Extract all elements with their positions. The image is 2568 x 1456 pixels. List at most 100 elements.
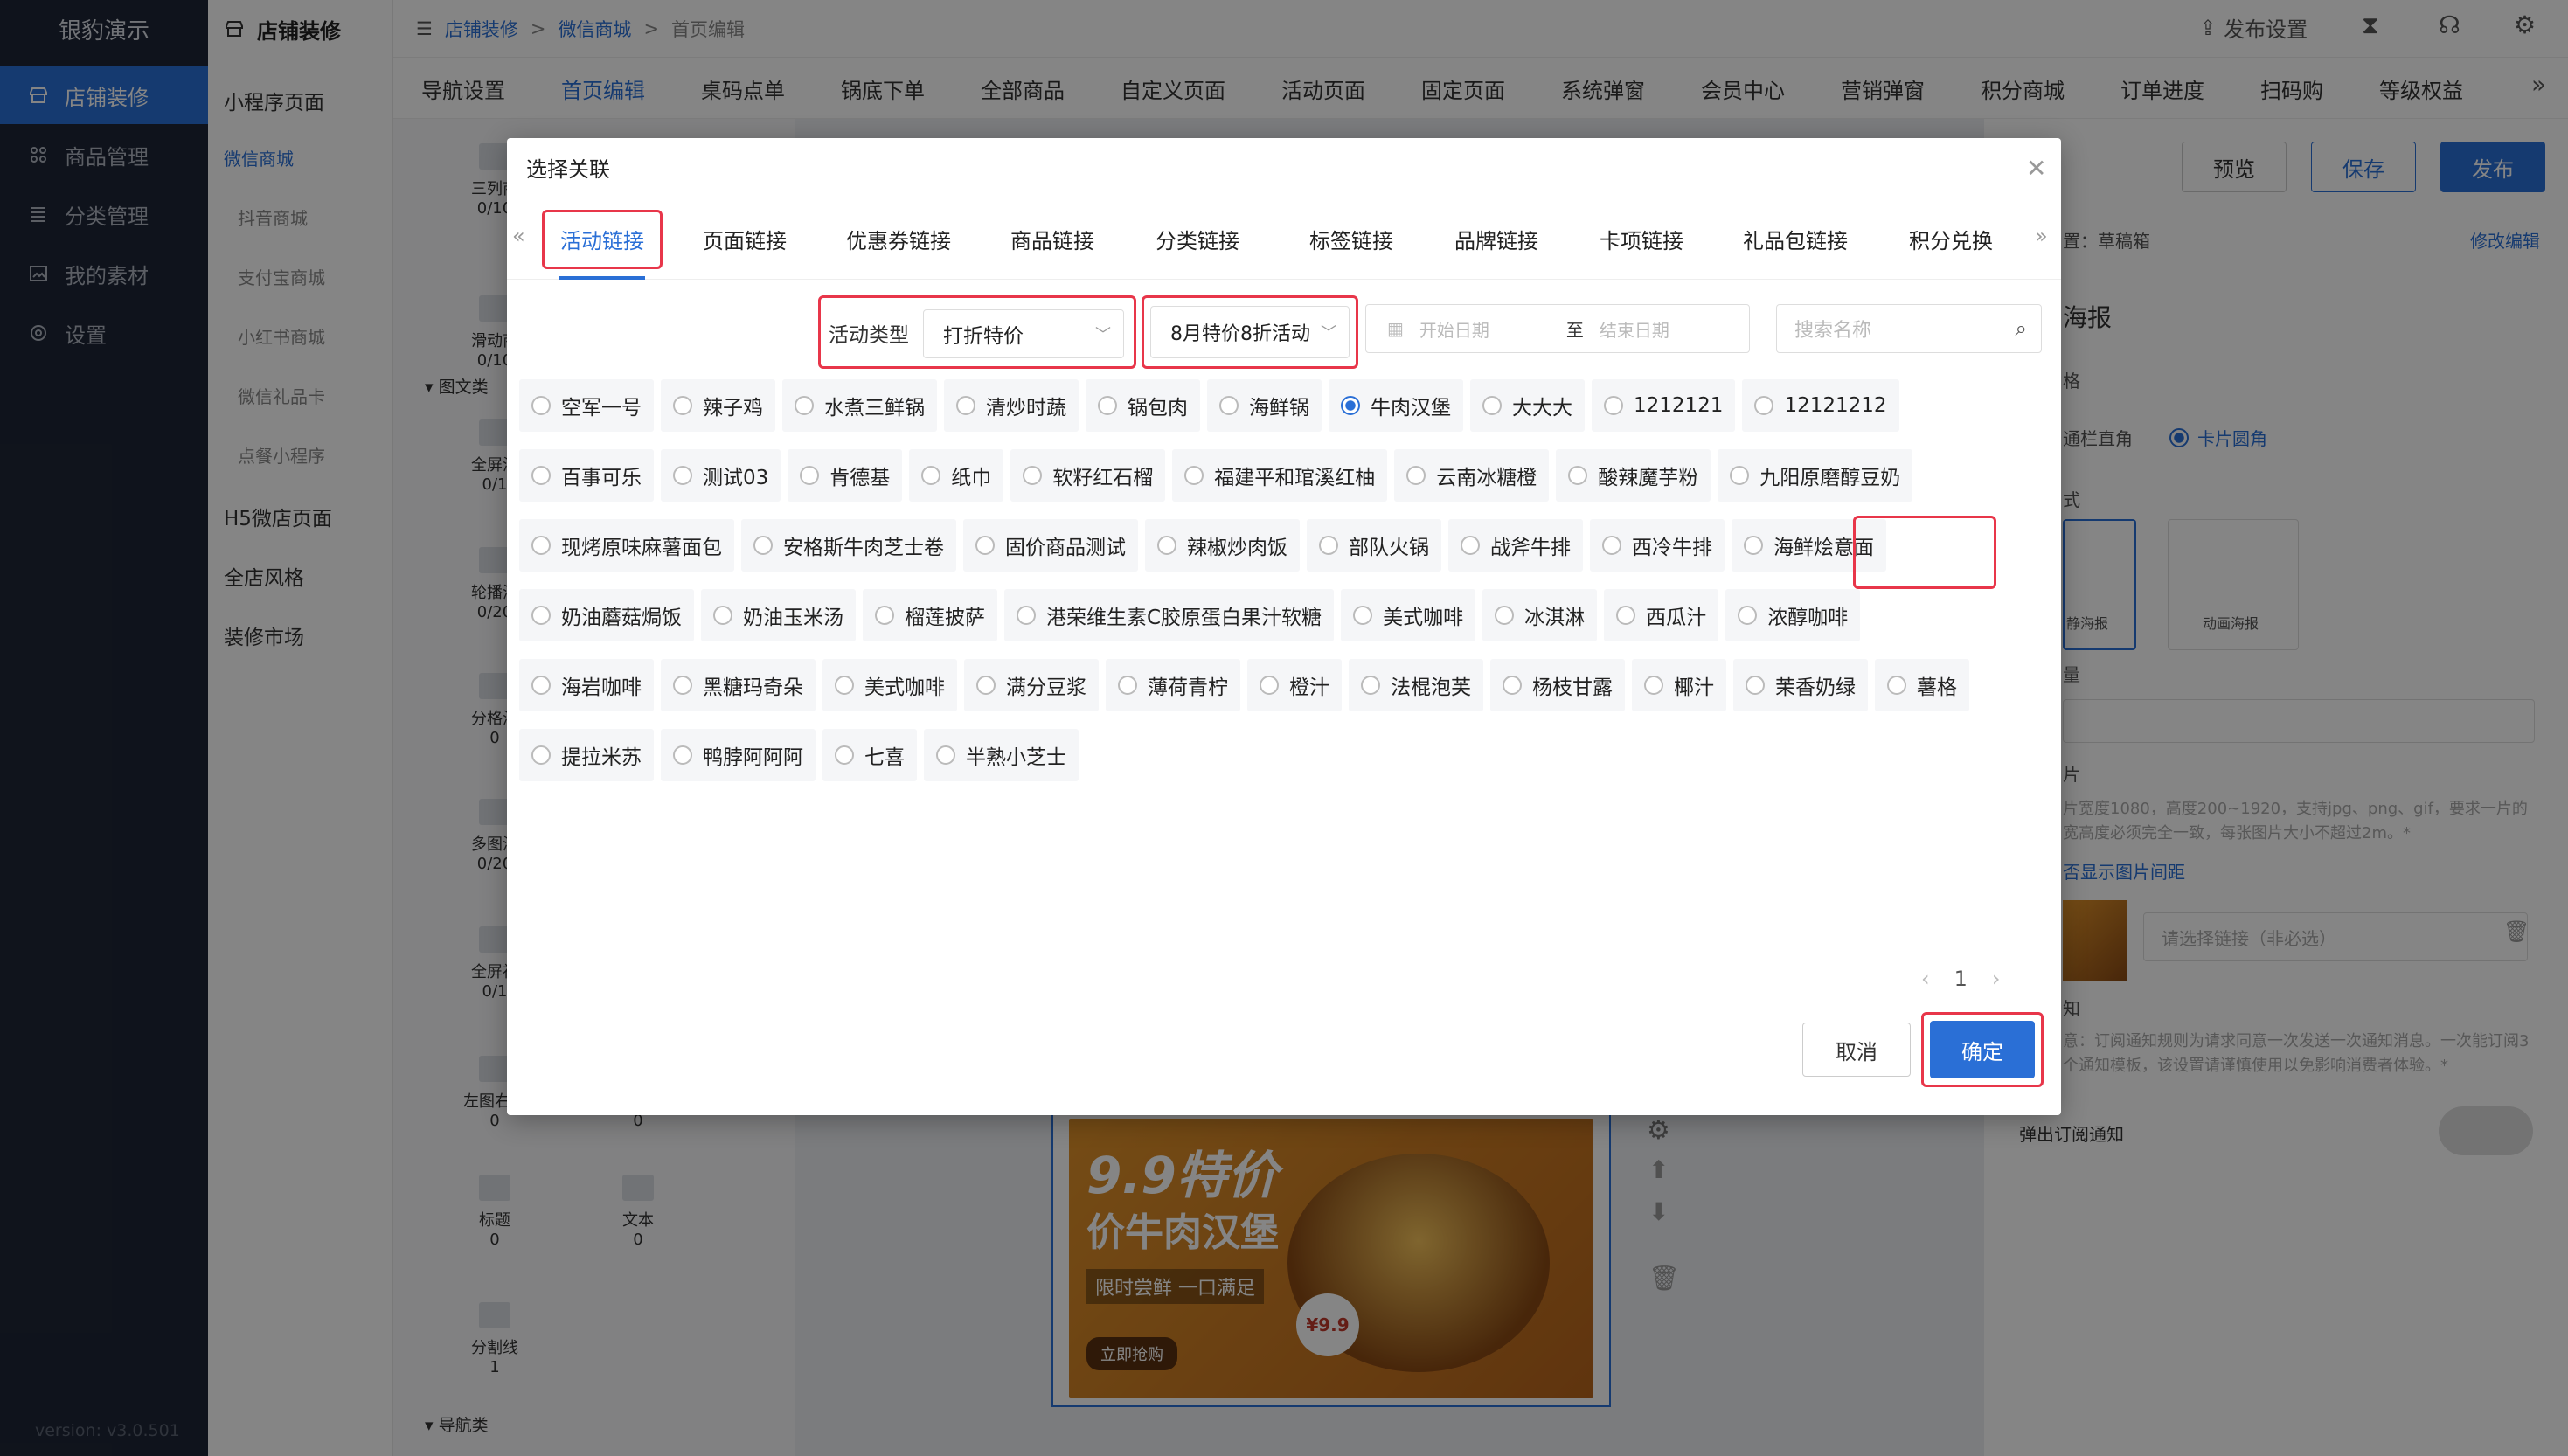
- tab-page-link[interactable]: 页面链接: [703, 224, 787, 254]
- activity-option[interactable]: 橙汁: [1247, 659, 1342, 711]
- tab-giftpack-link[interactable]: 礼品包链接: [1743, 224, 1848, 254]
- activity-option[interactable]: 满分豆浆: [964, 659, 1099, 711]
- activity-option[interactable]: 测试03: [661, 449, 781, 502]
- tab-product-link[interactable]: 商品链接: [1010, 224, 1094, 254]
- activity-option[interactable]: 薯格: [1875, 659, 1969, 711]
- activity-option[interactable]: 椰汁: [1632, 659, 1726, 711]
- activity-option[interactable]: 榴莲披萨: [863, 589, 997, 641]
- select-link-dialog: 选择关联 ✕ « » 活动链接 页面链接 优惠券链接 商品链接 分类链接 标签链…: [507, 138, 2061, 1115]
- activity-option[interactable]: 锅包肉: [1086, 379, 1200, 432]
- activity-option-label: 安格斯牛肉芝士卷: [783, 537, 944, 559]
- activity-option[interactable]: 战斧牛排: [1448, 519, 1583, 572]
- activity-option[interactable]: 港荣维生素C胶原蛋白果汁软糖: [1004, 589, 1335, 641]
- tabs-scroll-left-icon[interactable]: «: [512, 224, 525, 248]
- activity-option[interactable]: 安格斯牛肉芝士卷: [741, 519, 956, 572]
- activity-option[interactable]: 固价商品测试: [963, 519, 1138, 572]
- radio-icon: [975, 536, 995, 555]
- activity-option-label: 软籽红石榴: [1052, 467, 1154, 489]
- cancel-button[interactable]: 取消: [1802, 1023, 1911, 1077]
- activity-option-label: 辣子鸡: [703, 397, 763, 419]
- activity-option[interactable]: 半熟小芝士: [924, 729, 1079, 781]
- activity-option[interactable]: 西冷牛排: [1590, 519, 1725, 572]
- radio-icon: [1604, 396, 1623, 415]
- activity-option[interactable]: 肯德基: [788, 449, 903, 502]
- activity-option[interactable]: 七喜: [822, 729, 917, 781]
- activity-option[interactable]: 冰淇淋: [1482, 589, 1598, 641]
- end-date[interactable]: 结束日期: [1600, 316, 1669, 342]
- activity-option[interactable]: 1212121: [1592, 379, 1736, 432]
- activity-option[interactable]: 部队火锅: [1307, 519, 1441, 572]
- start-date[interactable]: 开始日期: [1419, 316, 1489, 342]
- radio-icon: [936, 745, 955, 765]
- radio-icon: [1353, 606, 1373, 625]
- activity-option[interactable]: 空军一号: [519, 379, 654, 432]
- radio-icon: [673, 676, 692, 695]
- current-page[interactable]: 1: [1954, 967, 1968, 991]
- activity-option[interactable]: 百事可乐: [519, 449, 654, 502]
- activity-option[interactable]: 海岩咖啡: [519, 659, 654, 711]
- activity-option[interactable]: 法棍泡芙: [1349, 659, 1483, 711]
- activity-option[interactable]: 现烤原味麻薯面包: [519, 519, 734, 572]
- radio-icon: [1017, 606, 1036, 625]
- activity-type-select[interactable]: 打折特价 ﹀: [923, 309, 1124, 358]
- activity-option-label: 椰汁: [1674, 676, 1714, 699]
- activity-option[interactable]: 薄荷青柠: [1106, 659, 1240, 711]
- radio-icon: [531, 606, 551, 625]
- activity-option-label: 杨枝甘露: [1532, 676, 1613, 699]
- activity-option-label: 鸭脖阿阿阿: [703, 746, 803, 769]
- activity-select[interactable]: 8月特价8折活动 ﹀: [1150, 306, 1350, 358]
- radio-icon: [1616, 606, 1636, 625]
- activity-option-label: 半熟小芝士: [966, 746, 1066, 769]
- tab-card-link[interactable]: 卡项链接: [1600, 224, 1683, 254]
- activity-option[interactable]: 酸辣魔芋粉: [1556, 449, 1711, 502]
- activity-option[interactable]: 辣子鸡: [661, 379, 775, 432]
- activity-option[interactable]: 九阳原磨醇豆奶: [1718, 449, 1913, 502]
- date-range-picker[interactable]: ▦ 开始日期 至 结束日期: [1365, 304, 1750, 353]
- tab-coupon-link[interactable]: 优惠券链接: [846, 224, 951, 254]
- tab-activity-link[interactable]: 活动链接: [560, 224, 644, 254]
- radio-icon: [1644, 676, 1663, 695]
- activity-option-label: 法棍泡芙: [1391, 676, 1471, 699]
- activity-option[interactable]: 茉香奶绿: [1733, 659, 1868, 711]
- activity-option[interactable]: 黑糖玛奇朵: [661, 659, 816, 711]
- radio-icon: [531, 676, 551, 695]
- options-row: 海岩咖啡 黑糖玛奇朵 美式咖啡 满分豆浆 薄荷青柠 橙汁 法棍泡芙 杨枝甘露 椰汁 茉香奶绿 薯格: [519, 659, 1969, 711]
- search-icon[interactable]: ⌕: [2016, 316, 2027, 341]
- activity-option[interactable]: 美式咖啡: [1341, 589, 1476, 641]
- confirm-button[interactable]: 确定: [1930, 1021, 2035, 1078]
- activity-option[interactable]: 鸭脖阿阿阿: [661, 729, 816, 781]
- tab-points-exchange[interactable]: 积分兑换: [1909, 224, 1993, 254]
- search-input[interactable]: 搜索名称 ⌕: [1776, 304, 2042, 353]
- tab-category-link[interactable]: 分类链接: [1156, 224, 1239, 254]
- activity-option[interactable]: 云南冰糖橙: [1394, 449, 1550, 502]
- activity-option[interactable]: 福建平和琯溪红柚: [1172, 449, 1388, 502]
- tab-brand-link[interactable]: 品牌链接: [1454, 224, 1538, 254]
- activity-option-label: 西冷牛排: [1632, 537, 1712, 559]
- activity-option[interactable]: 辣椒炒肉饭: [1145, 519, 1300, 572]
- activity-option[interactable]: 12121212: [1742, 379, 1899, 432]
- radio-icon: [1157, 536, 1176, 555]
- activity-option[interactable]: 海鲜锅: [1207, 379, 1322, 432]
- prev-page-icon[interactable]: ‹: [1921, 967, 1930, 991]
- close-icon[interactable]: ✕: [2026, 154, 2046, 183]
- activity-option[interactable]: 浓醇咖啡: [1725, 589, 1861, 641]
- options-row: 空军一号 辣子鸡 水煮三鲜锅 清炒时蔬 锅包肉 海鲜锅 牛肉汉堡 大大大 1212121 1212…: [519, 379, 1899, 432]
- activity-option[interactable]: 西瓜汁: [1604, 589, 1719, 641]
- tabs-scroll-right-icon[interactable]: »: [2035, 224, 2048, 248]
- activity-option[interactable]: 纸巾: [909, 449, 1004, 502]
- activity-option-label: 浓醇咖啡: [1767, 607, 1849, 629]
- next-page-icon[interactable]: ›: [1992, 967, 2001, 991]
- activity-option[interactable]: 奶油玉米汤: [701, 589, 856, 641]
- activity-option[interactable]: 美式咖啡: [822, 659, 957, 711]
- radio-icon: [1361, 676, 1380, 695]
- activity-option[interactable]: 清炒时蔬: [944, 379, 1079, 432]
- activity-option[interactable]: 奶油蘑菇焗饭: [519, 589, 694, 641]
- activity-option[interactable]: 牛肉汉堡: [1329, 379, 1463, 432]
- activity-option[interactable]: 水煮三鲜锅: [782, 379, 937, 432]
- activity-option[interactable]: 软籽红石榴: [1010, 449, 1166, 502]
- tab-tag-link[interactable]: 标签链接: [1309, 224, 1393, 254]
- activity-option[interactable]: 大大大: [1470, 379, 1585, 432]
- activity-option[interactable]: 杨枝甘露: [1490, 659, 1625, 711]
- activity-option-label: 1212121: [1634, 394, 1724, 417]
- activity-option[interactable]: 提拉米苏: [519, 729, 654, 781]
